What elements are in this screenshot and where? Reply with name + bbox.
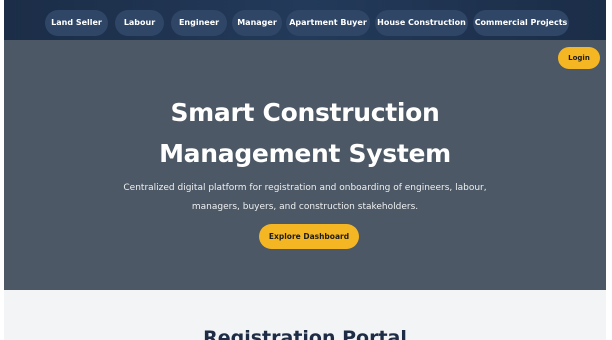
nav-item-manager[interactable]: Manager <box>232 10 282 36</box>
top-navigation-bar: Land Seller Labour Engineer Manager Apar… <box>4 0 606 40</box>
hero-title-line-1: Smart Construction <box>170 98 440 127</box>
nav-menu: Land Seller Labour Engineer Manager Apar… <box>4 10 606 36</box>
hero-subtitle-line-1: Centralized digital platform for registr… <box>123 183 487 193</box>
nav-item-labour[interactable]: Labour <box>115 10 164 36</box>
registration-section: Registration Portal <box>4 290 606 340</box>
hero-subtitle-line-2: managers, buyers, and construction stake… <box>191 202 419 212</box>
nav-item-land-seller[interactable]: Land Seller <box>45 10 108 36</box>
registration-portal-heading: Registration Portal <box>203 327 407 340</box>
explore-dashboard-button[interactable]: Explore Dashboard <box>259 224 359 249</box>
nav-item-engineer[interactable]: Engineer <box>171 10 227 36</box>
nav-item-house-construction[interactable]: House Construction <box>375 10 468 36</box>
hero-title-line-2: Management System <box>159 139 451 168</box>
nav-item-commercial-projects[interactable]: Commercial Projects <box>473 10 569 36</box>
hero-section: Login Smart Construction Management Syst… <box>4 40 606 290</box>
nav-item-apartment-buyer[interactable]: Apartment Buyer <box>286 10 370 36</box>
page: Land Seller Labour Engineer Manager Apar… <box>0 0 612 340</box>
login-button[interactable]: Login <box>558 47 600 69</box>
